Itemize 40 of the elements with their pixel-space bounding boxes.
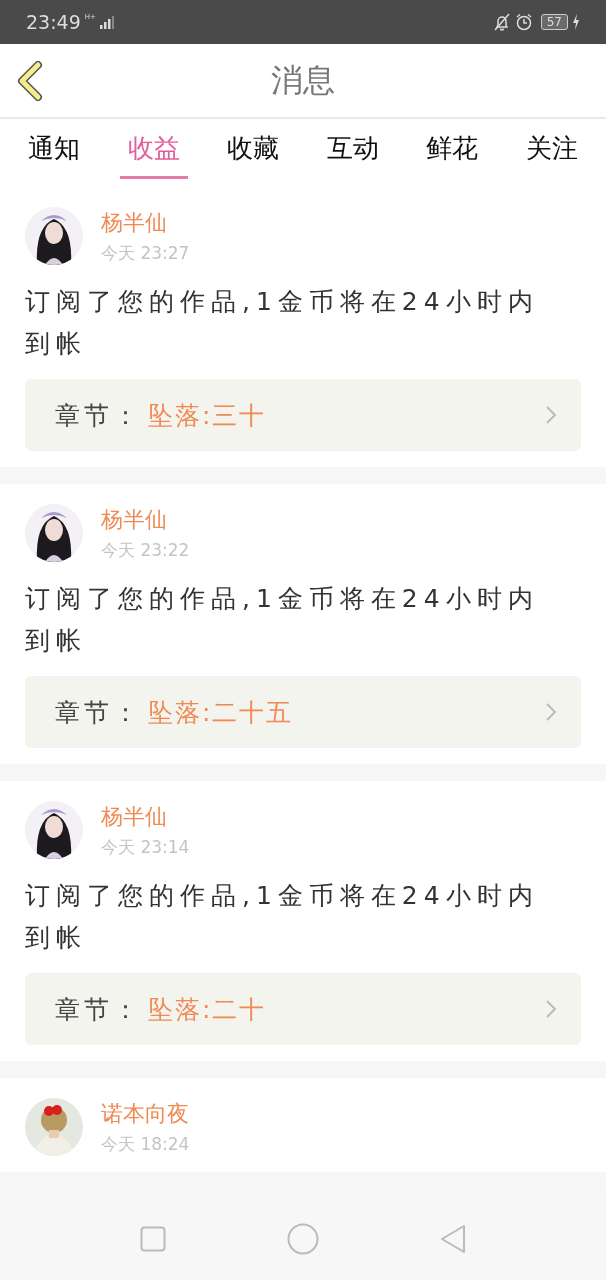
chapter-link[interactable]: 章节： 坠落:二十	[25, 973, 581, 1045]
clock-time: 23:49	[26, 11, 81, 33]
alarm-icon	[514, 13, 533, 31]
timestamp: 今天 23:27	[101, 241, 190, 265]
battery-level: 57	[540, 14, 568, 30]
tab[interactable]: 通知	[20, 127, 88, 179]
page-title: 消息	[270, 59, 336, 101]
timestamp: 今天 18:24	[101, 1132, 190, 1156]
back-button[interactable]	[16, 60, 44, 101]
signal-icon	[99, 15, 114, 29]
bell-off-icon	[492, 13, 511, 31]
circle-icon	[287, 1223, 319, 1255]
tab[interactable]: 互动	[318, 127, 387, 179]
message-text: 订阅了您的作品,1金币将在24小时内到帐	[25, 286, 540, 360]
chapter-name: 坠落:二十	[148, 993, 267, 1026]
chevron-right-icon	[545, 405, 557, 425]
chapter-label: 章节：	[55, 399, 142, 432]
chevron-right-icon	[545, 702, 557, 722]
user-name: 诺本向夜	[101, 1099, 190, 1128]
chapter-link[interactable]: 章节： 坠落:三十	[25, 379, 581, 451]
message-text: 订阅了您的作品,1金币将在24小时内到帐	[25, 583, 540, 657]
tab[interactable]: 关注	[517, 127, 586, 179]
triangle-icon	[439, 1224, 466, 1254]
user-name: 杨半仙	[101, 505, 168, 534]
user-name: 杨半仙	[101, 802, 168, 831]
timestamp: 今天 23:14	[101, 835, 190, 859]
tab[interactable]: 鲜花	[418, 127, 487, 179]
tab[interactable]: 收藏	[219, 127, 288, 179]
message-text: 订阅了您的作品,1金币将在24小时内到帐	[25, 880, 540, 954]
chapter-label: 章节：	[55, 993, 142, 1026]
square-icon	[140, 1226, 167, 1252]
charging-icon	[572, 14, 580, 30]
chapter-link[interactable]: 章节： 坠落:二十五	[25, 676, 581, 748]
chapter-name: 坠落:三十	[148, 399, 267, 432]
chevron-right-icon	[545, 999, 557, 1019]
chapter-label: 章节：	[55, 696, 142, 729]
user-name: 杨半仙	[101, 208, 168, 237]
chevron-icon	[16, 60, 44, 101]
timestamp: 今天 23:22	[101, 538, 190, 562]
chapter-name: 坠落:二十五	[148, 696, 294, 729]
